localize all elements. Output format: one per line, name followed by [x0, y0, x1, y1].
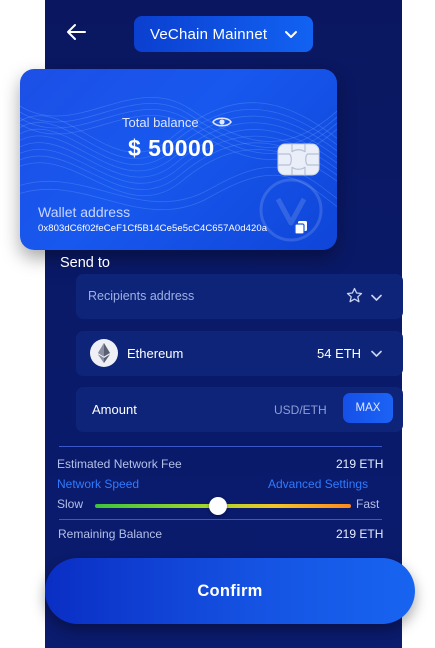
balance-value: $ 50000	[128, 135, 215, 161]
amount-label: Amount	[92, 402, 137, 417]
chevron-down-icon	[285, 31, 297, 38]
eye-icon[interactable]	[212, 115, 232, 129]
arrow-left-icon[interactable]	[65, 22, 87, 42]
ethereum-icon	[90, 339, 118, 367]
confirm-button[interactable]: Confirm	[45, 558, 415, 624]
card-chip-icon	[277, 143, 320, 176]
send-to-label: Send to	[60, 255, 110, 271]
copy-icon[interactable]	[294, 220, 308, 234]
network-label: VeChain Mainnet	[150, 25, 268, 43]
wallet-address-value: 0x803dC6f02feCeF1Cf5B14Ce5e5cC4C657A0d42…	[38, 223, 268, 234]
total-balance-label: Total balance	[122, 115, 199, 130]
slider-handle[interactable]	[208, 497, 227, 515]
advanced-settings-link[interactable]: Advanced Settings	[268, 477, 368, 491]
chevron-down-icon[interactable]	[370, 291, 383, 304]
divider	[59, 446, 382, 447]
network-speed-label: Network Speed	[57, 477, 140, 491]
slow-label: Slow	[57, 497, 84, 511]
vechain-logo-icon	[259, 178, 323, 242]
divider	[59, 519, 382, 520]
remaining-balance-value: 219 ETH	[336, 527, 384, 541]
asset-name: Ethereum	[127, 346, 184, 361]
wallet-card: Total balance $ 50000 Wallet address 0x8…	[20, 69, 337, 250]
max-button[interactable]: MAX	[343, 393, 393, 423]
amount-unit-toggle[interactable]: USD/ETH	[274, 403, 327, 417]
network-selector[interactable]: VeChain Mainnet	[134, 16, 313, 52]
wallet-address-label: Wallet address	[38, 204, 131, 220]
amount-field[interactable]: Amount USD/ETH MAX	[76, 387, 403, 432]
network-fee-label: Estimated Network Fee	[57, 457, 182, 471]
chevron-down-icon[interactable]	[370, 347, 383, 360]
network-speed-slider[interactable]	[95, 497, 351, 515]
network-fee-value: 219 ETH	[336, 457, 384, 471]
asset-balance: 54 ETH	[317, 346, 362, 361]
star-icon[interactable]	[346, 287, 363, 304]
recipient-address-field[interactable]: Recipients address	[76, 274, 403, 319]
recipient-address-placeholder: Recipients address	[88, 289, 195, 303]
remaining-balance-label: Remaining Balance	[58, 527, 163, 541]
fast-label: Fast	[356, 497, 380, 511]
asset-selector[interactable]: Ethereum 54 ETH	[76, 331, 403, 376]
